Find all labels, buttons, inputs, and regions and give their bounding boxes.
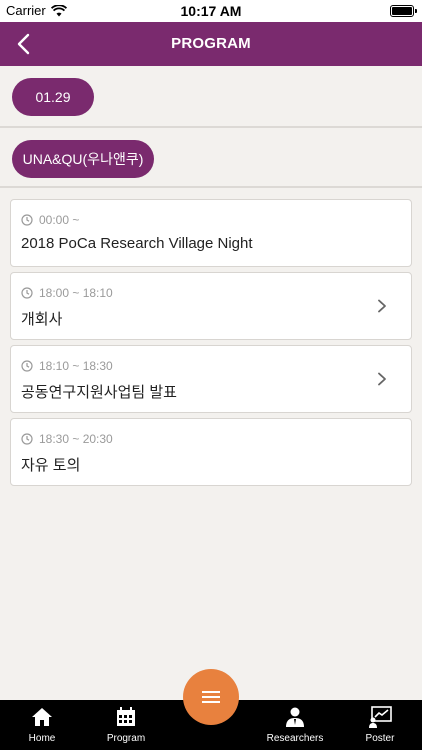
- tab-label: Poster: [365, 733, 395, 744]
- tab-researchers[interactable]: Researchers: [255, 705, 335, 744]
- status-bar: Carrier 10:17 AM: [0, 0, 422, 22]
- program-time-text: 18:00 ~ 18:10: [39, 286, 113, 300]
- date-chip[interactable]: 01.29: [12, 78, 94, 116]
- nav-bar: PROGRAM: [0, 22, 422, 66]
- tab-label: Researchers: [266, 733, 324, 744]
- date-selector: 01.29: [0, 66, 422, 128]
- program-item[interactable]: 18:00 ~ 18:10 개회사: [10, 272, 412, 340]
- tab-label: Home: [28, 733, 56, 744]
- page-title: PROGRAM: [171, 35, 251, 52]
- program-time: 18:00 ~ 18:10: [21, 286, 113, 300]
- program-title: 2018 PoCa Research Village Night: [21, 235, 253, 252]
- menu-button[interactable]: [183, 669, 239, 725]
- program-title: 공동연구지원사업팀 발표: [21, 384, 177, 401]
- program-item[interactable]: 00:00 ~ 2018 PoCa Research Village Night: [10, 199, 412, 267]
- menu-icon: [202, 691, 220, 703]
- tab-poster[interactable]: Poster: [340, 705, 420, 744]
- clock-icon: [21, 287, 33, 299]
- team-chip[interactable]: UNA&QU(우나앤쿠): [12, 140, 154, 178]
- chevron-right-icon: [378, 299, 386, 313]
- battery-icon: [390, 5, 417, 17]
- clock-icon: [21, 360, 33, 372]
- chevron-right-icon: [378, 372, 386, 386]
- program-item[interactable]: 18:30 ~ 20:30 자유 토의: [10, 418, 412, 486]
- tab-home[interactable]: Home: [2, 705, 82, 744]
- program-item[interactable]: 18:10 ~ 18:30 공동연구지원사업팀 발표: [10, 345, 412, 413]
- calendar-icon: [117, 707, 135, 726]
- clock-icon: [21, 214, 33, 226]
- clock-icon: [21, 433, 33, 445]
- program-title: 자유 토의: [21, 457, 81, 474]
- program-time-text: 18:10 ~ 18:30: [39, 359, 113, 373]
- team-selector: UNA&QU(우나앤쿠): [0, 130, 422, 188]
- tab-program[interactable]: Program: [86, 705, 166, 744]
- program-time: 18:30 ~ 20:30: [21, 432, 113, 446]
- status-time: 10:17 AM: [180, 3, 242, 19]
- program-title: 개회사: [21, 311, 63, 328]
- program-list: 00:00 ~ 2018 PoCa Research Village Night…: [10, 199, 412, 491]
- program-time: 00:00 ~: [21, 213, 79, 227]
- program-time-text: 18:30 ~ 20:30: [39, 432, 113, 446]
- program-time-text: 00:00 ~: [39, 213, 80, 227]
- poster-icon: [369, 706, 392, 728]
- tab-label: Program: [106, 733, 146, 744]
- program-time: 18:10 ~ 18:30: [21, 359, 113, 373]
- researcher-icon: [286, 707, 304, 727]
- home-icon: [32, 708, 52, 726]
